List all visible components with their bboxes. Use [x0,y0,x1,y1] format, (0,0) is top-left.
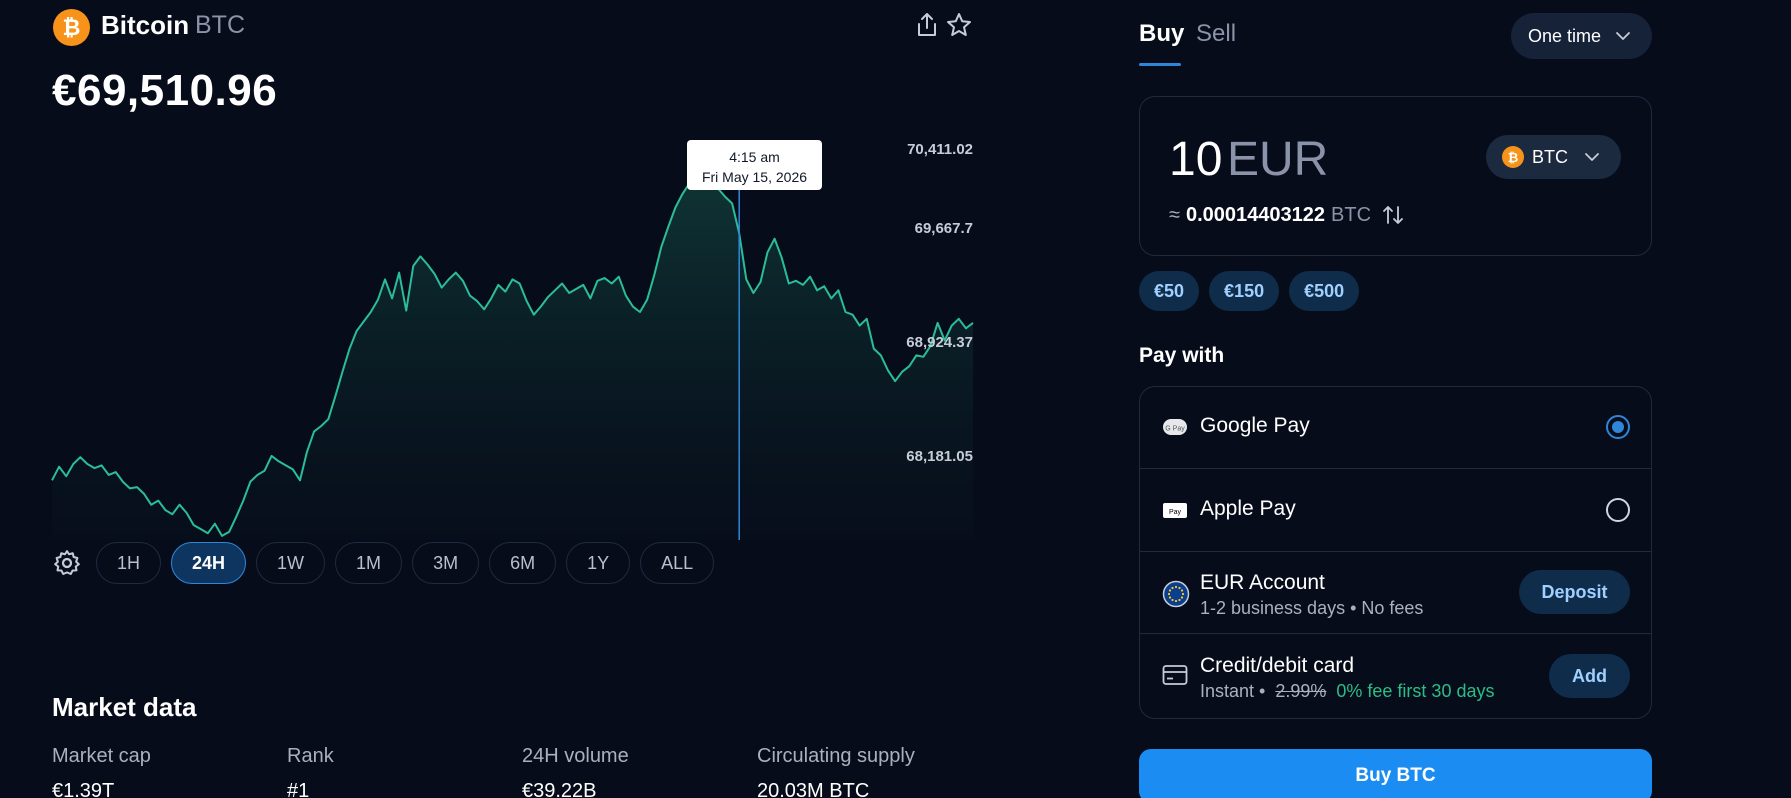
tab-buy[interactable]: Buy [1139,20,1184,48]
stat-label-circulating-supply: Circulating supply [757,745,915,767]
asset-name: Bitcoin [101,10,190,40]
apple-pay-icon: Pay [1163,503,1187,518]
google-pay-icon: G Pay [1163,419,1187,435]
converted-unit: BTC [1331,203,1372,226]
tooltip-date: Fri May 15, 2026 [701,169,808,185]
asset-select[interactable]: ₿ BTC [1486,135,1621,179]
stat-label-rank: Rank [287,745,334,767]
y-tick-label: 69,667.7 [915,220,973,237]
payment-name-eur-account: EUR Account [1200,571,1325,594]
time-range-selector: 1H 24H 1W 1M 3M 6M 1Y ALL [52,542,715,584]
approx-symbol: ≈ [1169,203,1180,226]
asset-select-value: BTC [1532,146,1568,167]
card-promo: 0% fee first 30 days [1336,681,1495,701]
swap-arrows-icon[interactable] [1381,203,1405,227]
frequency-select[interactable]: One time [1511,13,1652,59]
bitcoin-logo-icon: ₿ [1502,146,1524,168]
preset-button-50[interactable]: €50 [1139,271,1200,311]
share-icon[interactable] [915,12,939,38]
apple-pay-icon-text: Pay [1169,509,1182,516]
amount-currency: EUR [1227,133,1329,186]
stat-value-rank: #1 [287,780,310,798]
range-button-6m[interactable]: 6M [489,542,557,584]
converted-amount: 0.00014403122 [1185,203,1326,226]
asset-symbol: BTC [195,11,245,39]
preset-amounts: €50 €150 €500 [1139,271,1360,311]
range-button-1w[interactable]: 1W [256,542,326,584]
eu-flag-icon [1162,580,1190,608]
radio-apple-pay[interactable] [1606,498,1630,522]
chevron-down-icon [1616,32,1630,40]
tooltip-time: 4:15 am [729,149,780,165]
gear-icon[interactable] [52,548,82,578]
payment-sub-card: Instant • 2.99% 0% fee first 30 days [1200,681,1494,702]
price-chart[interactable]: 70,411.02 69,667.7 68,924.37 68,181.05 [0,120,980,540]
stat-value-24h-volume: €39.22B [522,780,597,798]
deposit-button[interactable]: Deposit [1519,570,1630,614]
buy-button[interactable]: Buy BTC [1139,749,1652,798]
range-button-1m[interactable]: 1M [335,542,403,584]
current-price: €69,510.96 [52,66,278,115]
market-data-title: Market data [52,692,197,722]
range-button-24h[interactable]: 24H [171,542,247,584]
active-tab-indicator [1139,63,1181,66]
chart-area-fill [52,176,973,540]
chevron-down-icon [1585,153,1599,161]
stat-label-market-cap: Market cap [52,745,151,767]
range-button-1h[interactable]: 1H [96,542,162,584]
card-old-fee: 2.99% [1275,681,1327,701]
range-button-all[interactable]: ALL [640,542,715,584]
star-icon[interactable] [946,12,972,38]
amount-input[interactable]: 10 [1169,132,1222,187]
range-button-1y[interactable]: 1Y [566,542,631,584]
stat-value-market-cap: €1.39T [52,780,115,798]
google-pay-icon-text: G Pay [1165,426,1185,433]
stat-label-24h-volume: 24H volume [522,745,629,767]
y-tick-label: 70,411.02 [907,141,973,158]
chart-tooltip: 4:15 am Fri May 15, 2026 [687,140,822,190]
credit-card-icon [1162,665,1188,685]
payment-name-apple-pay: Apple Pay [1200,497,1296,520]
bitcoin-logo-icon: ₿ [53,9,90,46]
stat-value-circulating-supply: 20.03M BTC [757,780,870,798]
converted-amount-row: ≈ 0.00014403122 BTC [1169,203,1405,227]
preset-button-150[interactable]: €150 [1209,271,1280,311]
pay-with-title: Pay with [1139,344,1225,367]
card-speed: Instant • [1200,681,1266,701]
frequency-value: One time [1528,25,1602,46]
y-tick-label: 68,924.37 [906,334,973,351]
radio-google-pay[interactable] [1606,415,1630,439]
range-button-3m[interactable]: 3M [412,542,480,584]
payment-sub-eur-account: 1-2 business days • No fees [1200,598,1424,618]
payment-name-card: Credit/debit card [1200,654,1355,677]
tab-sell[interactable]: Sell [1196,20,1236,48]
payment-name-google-pay: Google Pay [1200,414,1310,437]
add-card-button[interactable]: Add [1549,654,1630,698]
y-tick-label: 68,181.05 [906,448,973,465]
preset-button-500[interactable]: €500 [1289,271,1360,311]
